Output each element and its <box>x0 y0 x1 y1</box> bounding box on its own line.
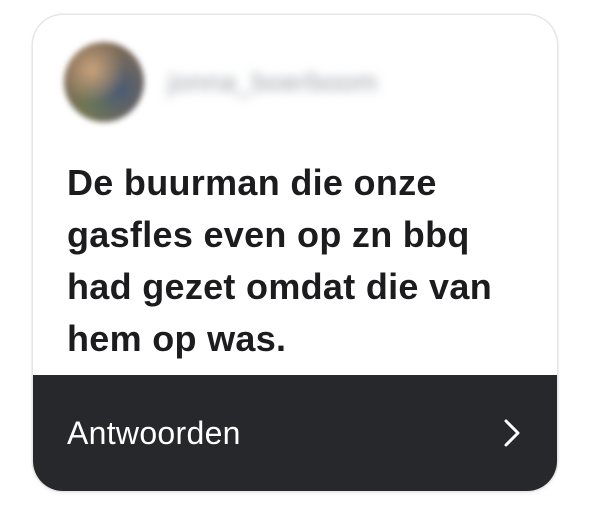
avatar[interactable] <box>64 42 144 122</box>
chevron-right-icon <box>503 418 521 448</box>
username[interactable]: jonna_boerboom <box>168 67 378 98</box>
reply-label: Antwoorden <box>67 414 241 451</box>
reply-button[interactable]: Antwoorden <box>33 375 557 491</box>
message-header: jonna_boerboom <box>64 42 378 122</box>
message-card: jonna_boerboom De buurman die onze gasfl… <box>33 15 557 491</box>
message-text: De buurman die onze gasfles even op zn b… <box>67 162 492 359</box>
